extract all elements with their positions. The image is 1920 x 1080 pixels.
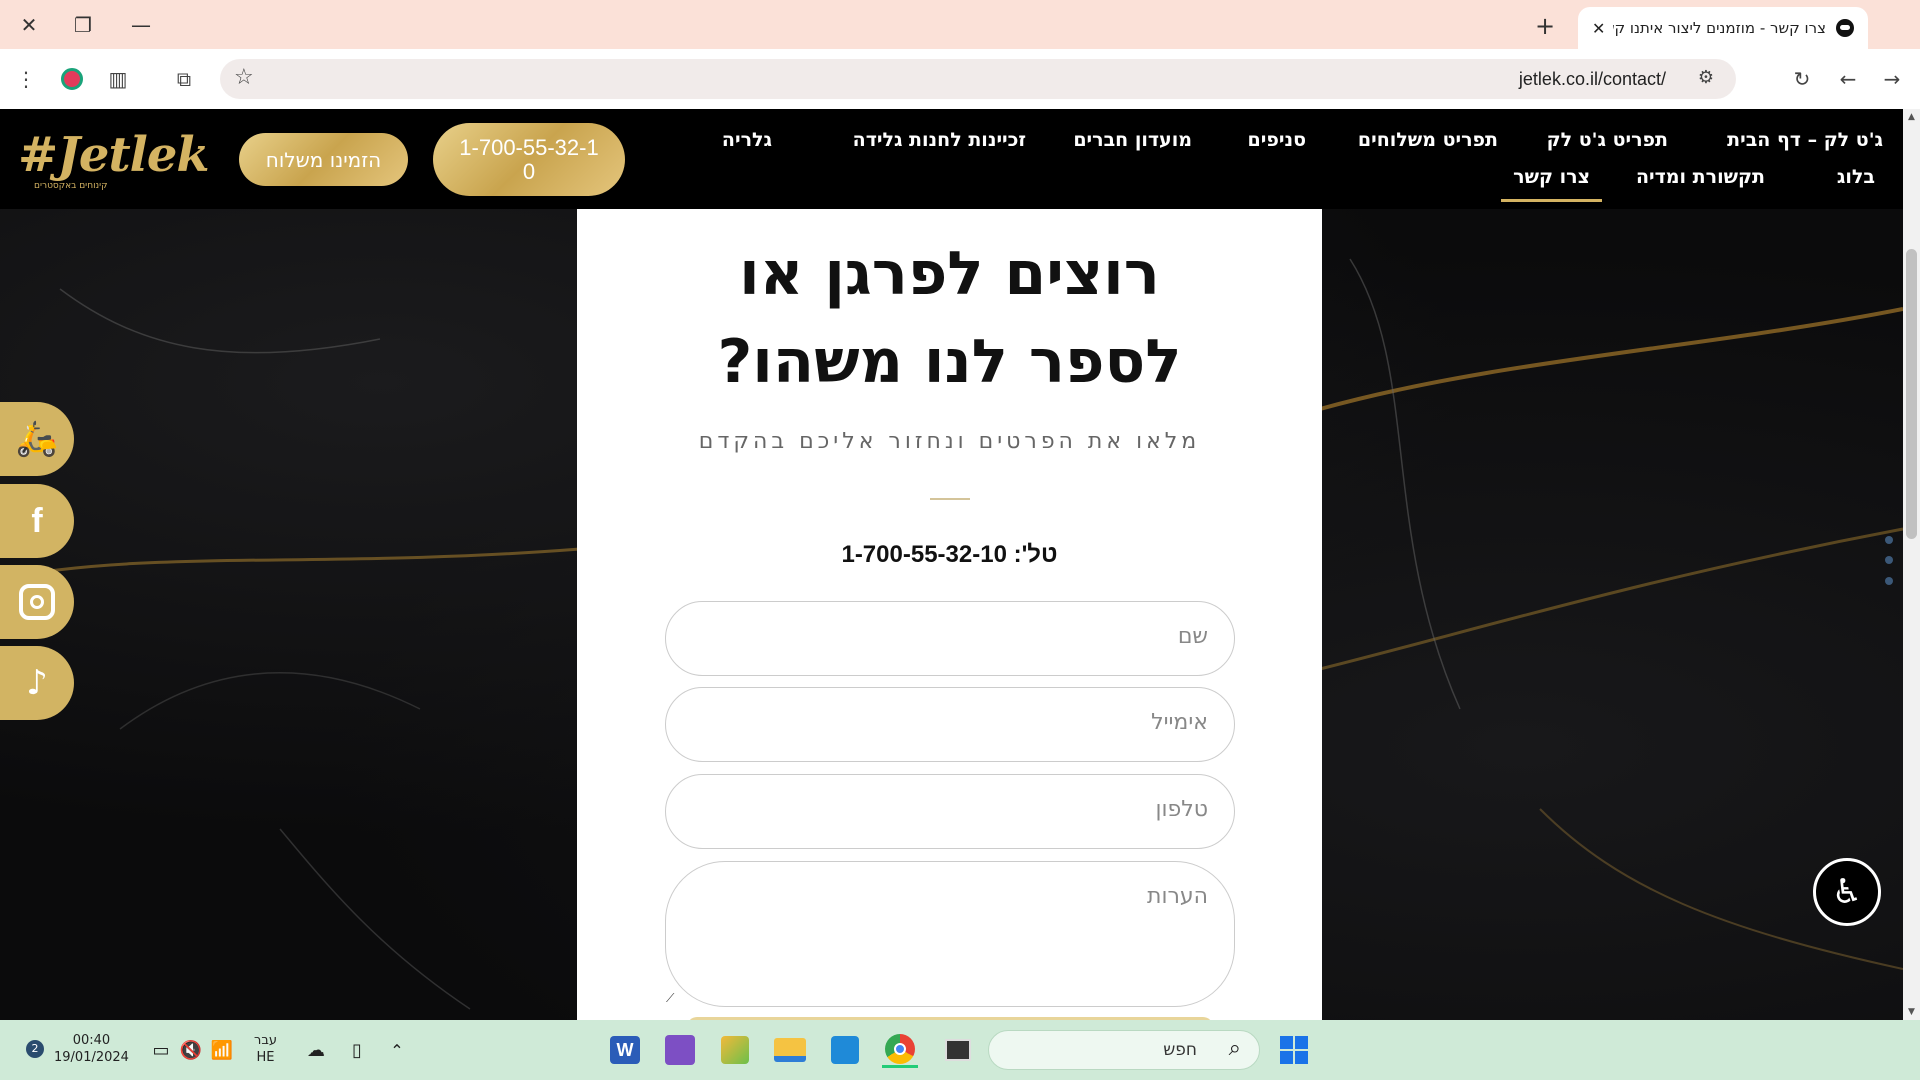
extension-record-icon[interactable]	[54, 61, 90, 97]
name-field[interactable]: שם	[665, 601, 1235, 676]
nav-gallery[interactable]: גלריה	[722, 129, 772, 151]
usb-device-icon[interactable]: ▯	[344, 1032, 370, 1068]
chrome-icon[interactable]	[882, 1032, 918, 1068]
tab-close-icon[interactable]: ✕	[1592, 19, 1605, 38]
phone-button[interactable]: 1-700-55-32-10	[433, 123, 625, 196]
scroll-thumb[interactable]	[1906, 249, 1917, 539]
nav-blog[interactable]: בלוג	[1837, 166, 1875, 188]
search-placeholder: חפש	[1163, 1040, 1197, 1060]
file-explorer-icon[interactable]	[772, 1032, 808, 1068]
logo-tagline: קינוחים באקסטרים	[34, 181, 108, 191]
extensions-puzzle-icon[interactable]: ⧉	[166, 61, 202, 97]
facebook-icon[interactable]: f	[0, 484, 74, 558]
clock[interactable]: 00:40 19/01/2024	[54, 1032, 129, 1066]
contact-card: רוצים לפרגן או לספר לנו משהו? מלאו את הפ…	[577, 209, 1322, 1020]
vscode-icon[interactable]	[827, 1032, 863, 1068]
site-settings-icon[interactable]: ⚙	[1698, 67, 1714, 88]
terminal-app-icon[interactable]	[940, 1032, 976, 1068]
language-bottom: HE	[256, 1050, 275, 1065]
instagram-icon[interactable]	[0, 565, 74, 639]
nav-delivery-menu[interactable]: תפריט משלוחים	[1358, 129, 1498, 151]
browser-titlebar: ✕ ❐ — + צרו קשר - מוזמנים ליצור איתנו קש…	[0, 0, 1920, 49]
tiktok-icon[interactable]: ♪	[0, 646, 74, 720]
taskbar-search[interactable]: חפש ⌕	[988, 1030, 1260, 1070]
window-restore-icon[interactable]: ❐	[62, 0, 104, 49]
nav-contact[interactable]: צרו קשר	[1501, 166, 1602, 202]
window-minimize-icon[interactable]: —	[120, 0, 162, 49]
gold-divider	[930, 498, 970, 500]
jetlek-logo[interactable]: #Jetlek	[18, 127, 210, 183]
phone-placeholder: טלפון	[1155, 797, 1209, 822]
reload-icon[interactable]: ↻	[1784, 61, 1820, 97]
onedrive-icon[interactable]: ☁	[302, 1032, 330, 1068]
nav-branches[interactable]: סניפים	[1248, 129, 1306, 151]
name-placeholder: שם	[1177, 624, 1208, 649]
browser-tab[interactable]: צרו קשר - מוזמנים ליצור איתנו קשר ✕	[1578, 7, 1868, 49]
nav-jetlek-menu[interactable]: תפריט ג'ט לק	[1547, 129, 1668, 151]
headline-line-1: רוצים לפרגן או	[739, 239, 1160, 309]
taskbar: 2 00:40 19/01/2024 ▭ 🔇 📶 עבר HE ☁ ▯ ⌃ W …	[0, 1020, 1920, 1080]
notification-badge[interactable]: 2	[26, 1040, 44, 1058]
battery-icon[interactable]: ▭	[148, 1032, 174, 1068]
email-field[interactable]: אימייל	[665, 687, 1235, 762]
nav-media[interactable]: תקשורת ומדיה	[1636, 166, 1765, 188]
slider-dot-icon[interactable]	[1885, 536, 1893, 544]
bookmark-star-icon[interactable]: ☆	[234, 65, 254, 90]
browser-toolbar: ⋮ ▥ ⧉ ☆ jetlek.co.il/contact/ ⚙ ↻ ← →	[0, 49, 1920, 109]
address-bar[interactable]: ☆ jetlek.co.il/contact/ ⚙	[220, 59, 1736, 99]
accessibility-icon[interactable]: ♿	[1813, 858, 1881, 926]
contact-subline: מלאו את הפרטים ונחזור אליכם בהקדם	[698, 429, 1201, 454]
search-icon: ⌕	[1228, 1036, 1241, 1061]
language-indicator[interactable]: עבר HE	[254, 1032, 277, 1066]
notes-textarea[interactable]: הערות ⟋	[665, 861, 1235, 1007]
phone-field[interactable]: טלפון	[665, 774, 1235, 849]
back-arrow-icon[interactable]: ←	[1830, 61, 1866, 97]
word-app-icon[interactable]: W	[607, 1032, 643, 1068]
side-panel-icon[interactable]: ▥	[100, 61, 136, 97]
scroll-down-icon[interactable]: ▼	[1903, 1004, 1920, 1020]
language-top: עבר	[254, 1033, 277, 1048]
scroll-up-icon[interactable]: ▲	[1903, 109, 1920, 125]
wifi-icon[interactable]: 📶	[208, 1032, 236, 1068]
site-favicon-icon	[1836, 19, 1854, 37]
tab-title: צרו קשר - מוזמנים ליצור איתנו קשר	[1613, 19, 1826, 37]
nav-home[interactable]: ג'ט לק – דף הבית	[1727, 129, 1883, 151]
webpage: #Jetlek קינוחים באקסטרים הזמינו משלוח 1-…	[0, 109, 1903, 1020]
tools-app-icon[interactable]	[717, 1032, 753, 1068]
slider-dot-icon[interactable]	[1885, 556, 1893, 564]
slider-dot-icon[interactable]	[1885, 577, 1893, 585]
clock-date: 19/01/2024	[54, 1050, 129, 1065]
site-header: #Jetlek קינוחים באקסטרים הזמינו משלוח 1-…	[0, 109, 1903, 209]
windows-start-icon[interactable]	[1276, 1032, 1312, 1068]
clock-time: 00:40	[72, 1033, 111, 1048]
headline-line-2: לספר לנו משהו?	[717, 327, 1182, 397]
resize-handle-icon[interactable]: ⟋	[666, 991, 674, 1006]
phone-button-label: 1-700-55-32-10	[459, 134, 599, 184]
page-scrollbar[interactable]: ▲ ▼	[1903, 109, 1920, 1020]
menu-kebab-icon[interactable]: ⋮	[8, 61, 44, 97]
nav-members-club[interactable]: מועדון חברים	[1073, 129, 1192, 151]
nav-franchise[interactable]: זכיינות לחנות גלידה	[853, 129, 1026, 151]
show-hidden-icons-icon[interactable]: ⌃	[384, 1032, 410, 1068]
email-placeholder: אימייל	[1151, 710, 1208, 735]
visual-studio-icon[interactable]	[662, 1032, 698, 1068]
new-tab-button[interactable]: +	[1528, 9, 1562, 43]
url-text[interactable]: jetlek.co.il/contact/	[1519, 69, 1666, 90]
forward-arrow-icon[interactable]: →	[1874, 61, 1910, 97]
scooter-icon[interactable]: 🛵	[0, 402, 74, 476]
notes-placeholder: הערות	[1146, 884, 1208, 909]
volume-muted-icon[interactable]: 🔇	[178, 1032, 204, 1068]
window-close-icon[interactable]: ✕	[8, 0, 50, 49]
contact-phone: טל': 1-700-55-32-10	[841, 541, 1058, 568]
order-delivery-button[interactable]: הזמינו משלוח	[239, 133, 408, 186]
